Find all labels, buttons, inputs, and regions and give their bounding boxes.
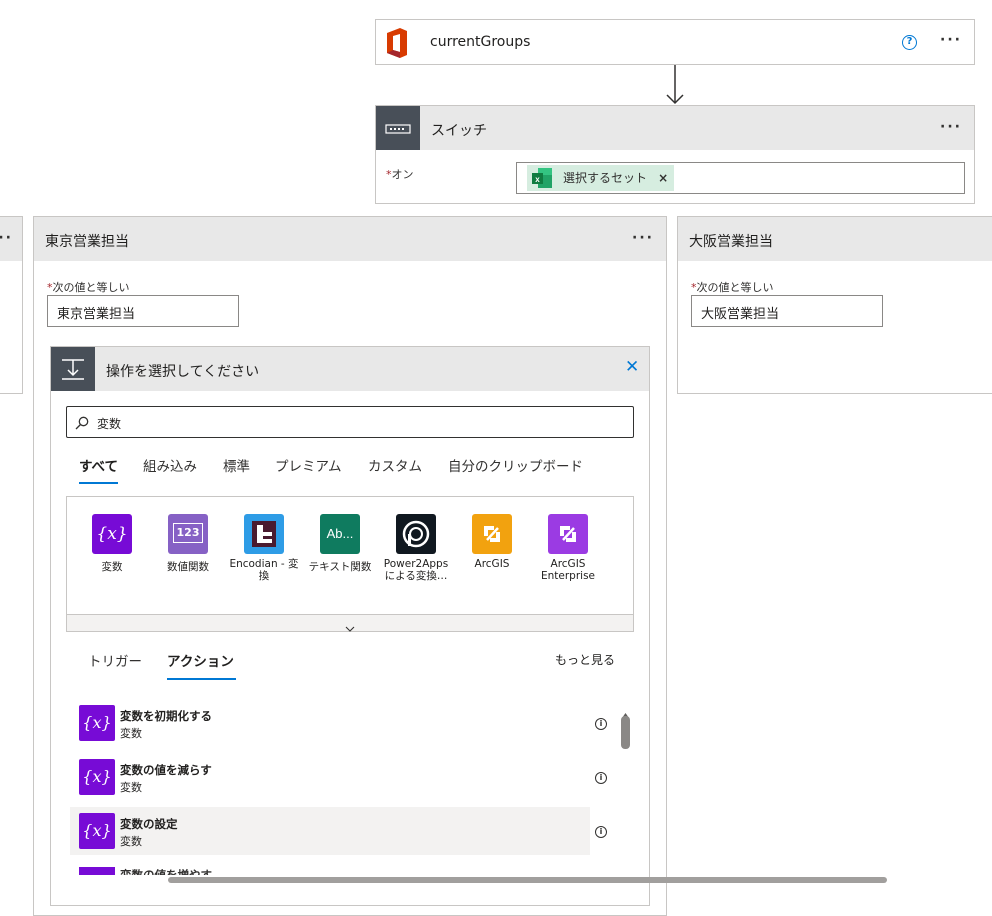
connector-label-text-functions: テキスト関数 [308,561,372,573]
tokyo-case-title: 東京営業担当 [45,234,129,250]
tab-premium[interactable]: プレミアム [275,455,342,475]
action-subtitle: 変数 [120,835,142,848]
action-subtitle: 変数 [120,781,142,794]
tab-standard[interactable]: 標準 [223,455,250,475]
tab-all[interactable]: すべて [79,455,118,475]
office-logo-icon [383,27,411,59]
connector-label-variable: 変数 [101,561,123,573]
variable-icon: {x} [79,705,115,741]
excel-icon: x [531,167,553,189]
action-subtitle: 変数 [120,727,142,740]
arcgis-enterprise-connector-icon[interactable] [548,514,588,554]
tab-all-underline [79,482,118,484]
number-functions-connector-icon[interactable]: 123 [168,514,208,554]
subtab-triggers[interactable]: トリガー [88,650,142,670]
variable-icon: {x} [79,759,115,795]
switch-card[interactable]: スイッチ ··· *オン x 選択するセット × [375,105,975,204]
left-case-more-button[interactable]: ··· [0,230,13,246]
power2apps-glyph [402,520,430,548]
token-label: 選択するセット [563,171,648,185]
search-input[interactable]: 変数 [66,406,634,438]
arcgis-enterprise-glyph [560,526,576,542]
arcgis-glyph [484,526,500,542]
action-title[interactable]: 変数の値を減らす [120,762,212,778]
switch-icon [376,106,420,150]
trigger-card[interactable]: currentGroups ? ··· [375,19,975,65]
scrollbar-up-icon[interactable] [621,704,630,718]
info-icon[interactable]: i [595,772,607,784]
connector-label-power2apps: Power2Apps による変換… [383,558,449,582]
see-more-link[interactable]: もっと見る [555,651,615,668]
tokyo-case-more-button[interactable]: ··· [632,230,654,246]
trigger-more-button[interactable]: ··· [940,32,962,48]
text-functions-connector-icon[interactable]: Ab... [320,514,360,554]
osaka-equals-input[interactable]: 大阪営業担当 [691,295,883,327]
info-icon[interactable]: i [595,826,607,838]
switch-title: スイッチ [431,123,487,139]
search-value: 変数 [97,417,122,431]
tokyo-equals-input[interactable]: 東京営業担当 [47,295,239,327]
scrollbar-thumb[interactable] [621,716,630,749]
token-chip[interactable]: x 選択するセット × [527,165,675,191]
svg-text:x: x [535,175,540,184]
action-picker-title: 操作を選択してください [106,364,260,380]
help-icon[interactable]: ? [902,35,917,50]
action-title[interactable]: 変数の設定 [120,816,178,832]
partial-action-row: {x} 変数の値を増やす [66,862,626,875]
connector-label-encodian: Encodian - 変換 [229,558,299,582]
tab-custom[interactable]: カスタム [368,455,422,475]
power2apps-connector-icon[interactable] [396,514,436,554]
encodian-connector-icon[interactable] [244,514,284,554]
tab-builtin[interactable]: 組み込み [143,455,197,475]
chevron-down-icon [345,618,355,632]
connector-label-arcgis: ArcGIS [474,558,510,570]
variable-icon: {x} [79,813,115,849]
trigger-title: currentGroups [430,34,531,50]
action-title[interactable]: 変数を初期化する [120,708,212,724]
variable-connector-icon[interactable]: {x} [92,514,132,554]
connector-label-number-functions: 数値関数 [167,561,209,573]
switch-more-button[interactable]: ··· [940,119,962,135]
search-icon [75,415,89,430]
close-icon[interactable]: ✕ [625,357,639,377]
on-label: *オン [386,168,414,181]
tab-clipboard[interactable]: 自分のクリップボード [448,455,583,475]
arcgis-connector-icon[interactable] [472,514,512,554]
variable-icon: {x} [79,867,115,875]
token-remove-button[interactable]: × [658,171,668,185]
insert-step-icon [51,347,95,391]
down-arrow-icon [664,65,686,105]
number-functions-glyph: 123 [173,523,203,543]
connector-label-arcgis-enterprise: ArcGIS Enterprise [540,558,595,582]
on-field[interactable]: x 選択するセット × [516,162,965,194]
left-case-card[interactable]: ··· [0,216,23,394]
osaka-case-title: 大阪営業担当 [689,234,773,250]
tokyo-equals-label: *次の値と等しい [47,281,130,294]
encodian-glyph [252,521,276,547]
subtab-actions[interactable]: アクション [167,650,234,670]
info-icon[interactable]: i [595,718,607,730]
osaka-equals-label: *次の値と等しい [691,281,774,294]
subtab-actions-underline [167,678,236,680]
action-title[interactable]: 変数の値を増やす [120,867,212,875]
osaka-case-card[interactable]: 大阪営業担当 *次の値と等しい 大阪営業担当 [677,216,992,394]
expand-bar[interactable] [67,614,633,632]
horizontal-scrollbar[interactable] [168,877,887,883]
